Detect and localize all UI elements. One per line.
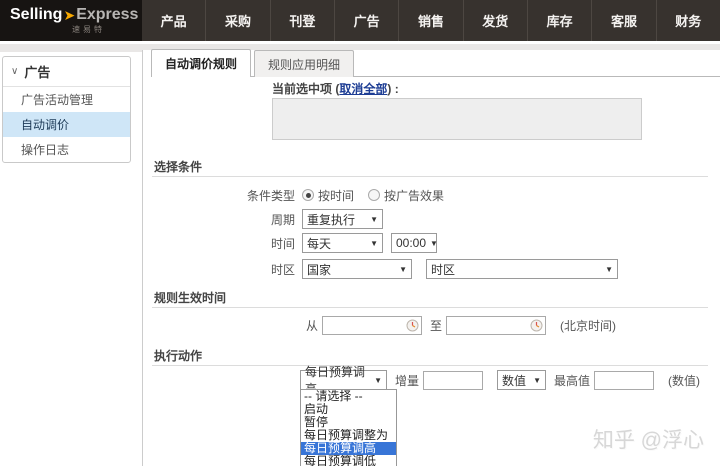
caret-down-icon: ▼	[399, 265, 407, 274]
section-divider	[152, 365, 708, 366]
radio-option[interactable]: 按广告效果	[368, 187, 444, 204]
sidebar-item[interactable]: 自动调价	[3, 112, 130, 137]
sidebar-item[interactable]: 操作日志	[3, 137, 130, 162]
chevron-down-icon: ∨	[11, 66, 18, 77]
nav-item[interactable]: 产品	[142, 0, 205, 41]
country-select[interactable]: 国家 ▼	[302, 259, 412, 279]
arrow-icon: ➤	[63, 7, 75, 23]
logo: Selling ➤ Express 速易特	[0, 0, 142, 41]
top-bar: Selling ➤ Express 速易特 产品 采购 刊登 广告 销售 发货 …	[0, 0, 720, 41]
caret-down-icon: ▼	[605, 265, 613, 274]
nav-item[interactable]: 销售	[398, 0, 462, 41]
action-type-select[interactable]: 每日预算调高 ▼	[300, 370, 387, 390]
time-clock-select[interactable]: 00:00 ▼	[391, 233, 437, 253]
main-panel: 自动调价规则 规则应用明细 当前选中项 (取消全部) : 选择条件 条件类型 按…	[142, 50, 720, 466]
sidebar-header-label: 广告	[24, 62, 50, 81]
max-value-label: 最高值	[554, 372, 590, 389]
section-title-conditions: 选择条件	[154, 158, 202, 175]
from-date-input[interactable]	[322, 316, 422, 335]
numeric-note: (数值)	[668, 372, 700, 389]
timezone-label: 时区	[143, 261, 302, 278]
section-title-action: 执行动作	[154, 347, 202, 364]
caret-down-icon: ▼	[374, 376, 382, 385]
dropdown-option[interactable]: 每日预算调高	[301, 442, 396, 455]
current-selection-label: 当前选中项 (取消全部) :	[272, 80, 399, 97]
radio-label: 按广告效果	[384, 187, 444, 204]
zone-select[interactable]: 时区 ▼	[426, 259, 618, 279]
section-divider	[152, 176, 708, 177]
nav-item[interactable]: 客服	[591, 0, 655, 41]
sidebar: ∨ 广告 广告活动管理 自动调价 操作日志	[2, 56, 131, 163]
caret-down-icon: ▼	[430, 239, 438, 248]
caret-down-icon: ▼	[370, 239, 378, 248]
condition-type-radios: 按时间 按广告效果	[302, 187, 458, 204]
to-date-input[interactable]	[446, 316, 546, 335]
clock-icon[interactable]	[406, 319, 419, 332]
nav-item[interactable]: 财务	[656, 0, 720, 41]
section-title-effective-time: 规则生效时间	[154, 289, 226, 306]
time-frequency-select[interactable]: 每天 ▼	[302, 233, 383, 253]
dropdown-option[interactable]: 启动	[301, 403, 396, 416]
unit-select[interactable]: 数值 ▼	[497, 370, 546, 390]
app-window: Selling ➤ Express 速易特 产品 采购 刊登 广告 销售 发货 …	[0, 0, 720, 466]
dropdown-option[interactable]: -- 请选择 --	[301, 390, 396, 403]
from-label: 从	[306, 317, 318, 334]
condition-type-label: 条件类型	[143, 187, 302, 204]
time-label: 时间	[143, 235, 302, 252]
logo-text-selling: Selling	[10, 7, 62, 23]
radio-icon[interactable]	[368, 189, 380, 201]
watermark: 知乎 @浮心	[593, 424, 704, 454]
sidebar-header[interactable]: ∨ 广告	[3, 57, 130, 87]
dropdown-option[interactable]: 每日预算调整为	[301, 429, 396, 442]
logo-text-express: Express	[76, 7, 138, 23]
caret-down-icon: ▼	[533, 376, 541, 385]
beijing-time-note: (北京时间)	[560, 317, 616, 334]
tab[interactable]: 规则应用明细	[254, 50, 354, 77]
nav-item[interactable]: 发货	[463, 0, 527, 41]
increment-label: 增量	[395, 372, 419, 389]
nav-item[interactable]: 刊登	[270, 0, 334, 41]
radio-icon[interactable]	[302, 189, 314, 201]
tab[interactable]: 自动调价规则	[151, 49, 251, 77]
cycle-select[interactable]: 重复执行 ▼	[302, 209, 383, 229]
sidebar-items: 广告活动管理 自动调价 操作日志	[3, 87, 130, 162]
sidebar-item[interactable]: 广告活动管理	[3, 87, 130, 112]
nav-item[interactable]: 广告	[334, 0, 398, 41]
increment-input[interactable]	[423, 371, 483, 390]
cycle-label: 周期	[143, 211, 302, 228]
nav-item[interactable]: 采购	[205, 0, 269, 41]
radio-label: 按时间	[318, 187, 354, 204]
clock-icon[interactable]	[530, 319, 543, 332]
selected-items-box	[272, 98, 642, 140]
dropdown-option[interactable]: 每日预算调低	[301, 455, 396, 466]
tab-bar: 自动调价规则 规则应用明细	[151, 52, 720, 77]
to-label: 至	[430, 317, 442, 334]
main-nav: 产品 采购 刊登 广告 销售 发货 库存 客服 财务	[142, 0, 720, 41]
caret-down-icon: ▼	[370, 215, 378, 224]
radio-option[interactable]: 按时间	[302, 187, 354, 204]
action-dropdown-list: -- 请选择 -- 启动 暂停 每日预算调整为 每日预算调高 每日预算调低	[300, 389, 397, 466]
nav-item[interactable]: 库存	[527, 0, 591, 41]
logo-subtitle: 速易特	[72, 24, 142, 35]
dropdown-option[interactable]: 暂停	[301, 416, 396, 429]
section-divider	[152, 307, 708, 308]
clear-all-link[interactable]: 取消全部	[339, 82, 387, 96]
max-value-input[interactable]	[594, 371, 654, 390]
